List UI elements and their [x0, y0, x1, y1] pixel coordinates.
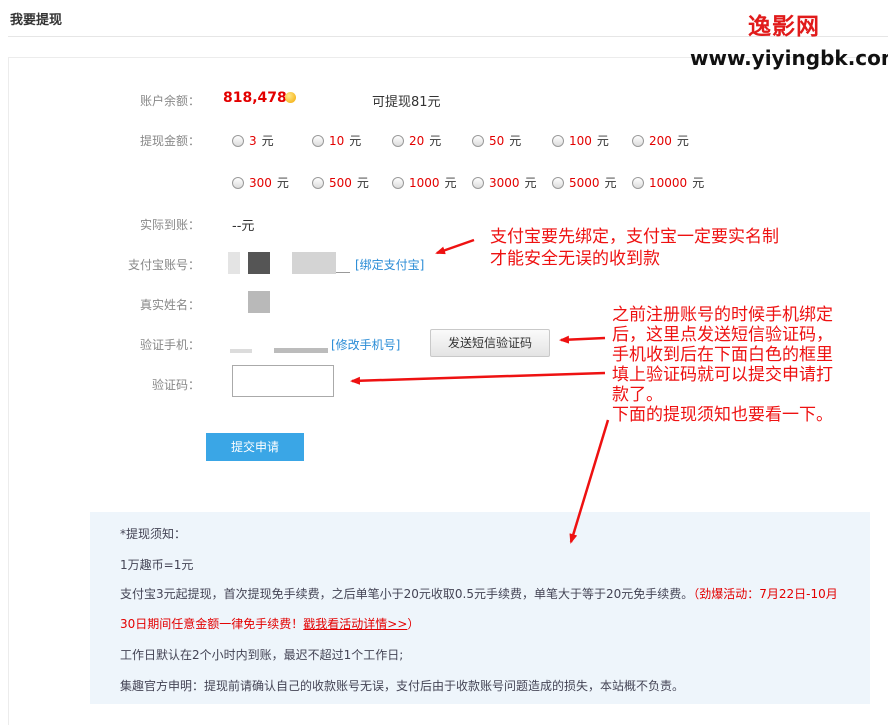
- amount-option[interactable]: 100 元: [552, 132, 609, 149]
- withdrawable-amount: 可提现81元: [372, 95, 441, 110]
- amount-option-unit: 元: [676, 134, 689, 148]
- amount-option-unit: 元: [276, 176, 289, 190]
- radio-icon[interactable]: [552, 134, 564, 147]
- submit-button[interactable]: 提交申请: [206, 433, 304, 461]
- amount-option-value: 100: [569, 133, 592, 148]
- radio-icon[interactable]: [472, 176, 484, 189]
- amount-option[interactable]: 10 元: [312, 132, 361, 149]
- balance-label: 账户余额：: [139, 94, 200, 108]
- annotation-sms-line: 款了。: [612, 385, 663, 405]
- annotation-sms-line: 后，这里点发送短信验证码，: [612, 325, 833, 345]
- radio-icon[interactable]: [312, 176, 324, 189]
- notice-promo: 30日期间任意金额一律免手续费！戳我看活动详情>>）: [120, 615, 419, 632]
- annotation-sms: 之前注册账号的时候手机绑定 后，这里点发送短信验证码， 手机收到后在下面白色的框…: [612, 305, 833, 425]
- amount-option[interactable]: 3元: [232, 132, 274, 149]
- withdraw-page: 我要提现 逸影网 www.yiyingbk.com 账户余额： 818,478 …: [0, 0, 888, 725]
- amount-option-value: 10000: [649, 175, 688, 190]
- notice-fee: 支付宝3元起提现，首次提现免手续费，之后单笔小于20元收取0.5元手续费，单笔大…: [120, 585, 838, 602]
- alipay-account-redacted: [292, 252, 336, 274]
- amount-option-value: 3000: [489, 175, 520, 190]
- amount-option-unit: 元: [604, 176, 617, 190]
- amount-option-value: 200: [649, 133, 672, 148]
- amount-option-value: 1000: [409, 175, 440, 190]
- amount-option[interactable]: 1000 元: [392, 174, 457, 191]
- radio-icon[interactable]: [392, 134, 404, 147]
- radio-icon[interactable]: [472, 134, 484, 147]
- notice-box: [90, 512, 870, 704]
- radio-icon[interactable]: [632, 176, 644, 189]
- annotation-alipay-line: 才能安全无误的收到款: [490, 249, 660, 269]
- annotation-sms-line: 下面的提现须知也要看一下。: [612, 405, 833, 425]
- radio-icon[interactable]: [632, 134, 644, 147]
- radio-icon[interactable]: [232, 134, 244, 147]
- radio-icon[interactable]: [232, 176, 244, 189]
- notice-rate: 1万趣币=1元: [120, 558, 194, 572]
- verification-code-input[interactable]: [232, 365, 334, 397]
- radio-icon[interactable]: [392, 176, 404, 189]
- watermark-name: 逸影网: [748, 13, 820, 40]
- amount-label: 提现金额：: [139, 134, 200, 148]
- amount-option-value: 3: [249, 133, 257, 148]
- radio-icon[interactable]: [552, 176, 564, 189]
- gold-coin-icon: [285, 92, 296, 103]
- radio-icon[interactable]: [312, 134, 324, 147]
- phone-redacted: [230, 349, 252, 353]
- amount-option[interactable]: 50 元: [472, 132, 521, 149]
- notice-fee-text: 支付宝3元起提现，首次提现免手续费，之后单笔小于20元收取0.5元手续费，单笔大…: [120, 587, 694, 601]
- amount-option-unit: 元: [692, 176, 705, 190]
- watermark-url: www.yiyingbk.com: [690, 46, 888, 70]
- amount-option-value: 10: [329, 133, 345, 148]
- amount-option[interactable]: 300 元: [232, 174, 289, 191]
- annotation-alipay-line: 支付宝要先绑定，支付宝一定要实名制: [490, 227, 779, 247]
- balance-value: 818,478: [223, 90, 287, 106]
- amount-option-unit: 元: [509, 134, 522, 148]
- amount-option[interactable]: 20 元: [392, 132, 441, 149]
- amount-option[interactable]: 3000 元: [472, 174, 537, 191]
- amount-option-value: 50: [489, 133, 505, 148]
- code-label: 验证码：: [151, 378, 200, 392]
- notice-heading: *提现须知：: [120, 527, 187, 541]
- notice-promo-cont: 30日期间任意金额一律免手续费！: [120, 617, 304, 631]
- actual-value: --元: [232, 219, 255, 234]
- alipay-account-redacted: [228, 252, 240, 274]
- send-sms-button[interactable]: 发送短信验证码: [430, 329, 550, 357]
- amount-option-unit: 元: [524, 176, 537, 190]
- amount-option-value: 300: [249, 175, 272, 190]
- notice-promo-start: （劲爆活动：7月22日-10月: [693, 587, 838, 601]
- amount-option[interactable]: 10000 元: [632, 174, 704, 191]
- bind-alipay-link[interactable]: [绑定支付宝]: [355, 256, 424, 273]
- realname-redacted: [248, 291, 270, 313]
- amount-option-unit: 元: [349, 134, 362, 148]
- amount-option-unit: 元: [429, 134, 442, 148]
- realname-label: 真实姓名：: [139, 298, 200, 312]
- amount-option[interactable]: 200 元: [632, 132, 689, 149]
- actual-label: 实际到账：: [139, 218, 200, 232]
- notice-promo-end: ）: [407, 617, 420, 631]
- amount-option[interactable]: 5000 元: [552, 174, 617, 191]
- alipay-label: 支付宝账号：: [127, 258, 200, 272]
- annotation-alipay: 支付宝要先绑定，支付宝一定要实名制 才能安全无误的收到款: [490, 226, 779, 270]
- annotation-sms-line: 手机收到后在下面白色的框里: [612, 345, 833, 365]
- amount-option-unit: 元: [261, 134, 274, 148]
- amount-option-unit: 元: [596, 134, 609, 148]
- notice-disclaimer: 集趣官方申明：提现前请确认自己的收款账号无误，支付后由于收款账号问题造成的损失，…: [120, 679, 685, 693]
- annotation-sms-line: 之前注册账号的时候手机绑定: [612, 305, 833, 325]
- page-title: 我要提现: [10, 13, 63, 28]
- phone-label: 验证手机：: [139, 338, 200, 352]
- phone-redacted: [274, 348, 328, 353]
- alipay-account-redacted: [336, 272, 350, 273]
- amount-option[interactable]: 500 元: [312, 174, 369, 191]
- annotation-sms-line: 填上验证码就可以提交申请打: [612, 365, 833, 385]
- promo-details-link[interactable]: 戳我看活动详情>>: [303, 617, 407, 631]
- amount-option-value: 20: [409, 133, 425, 148]
- amount-option-value: 5000: [569, 175, 600, 190]
- change-phone-link[interactable]: [修改手机号]: [331, 336, 400, 353]
- amount-option-value: 500: [329, 175, 352, 190]
- amount-option-unit: 元: [444, 176, 457, 190]
- notice-workday: 工作日默认在2个小时内到账，最迟不超过1个工作日;: [120, 648, 404, 662]
- alipay-account-redacted: [248, 252, 270, 274]
- amount-option-unit: 元: [356, 176, 369, 190]
